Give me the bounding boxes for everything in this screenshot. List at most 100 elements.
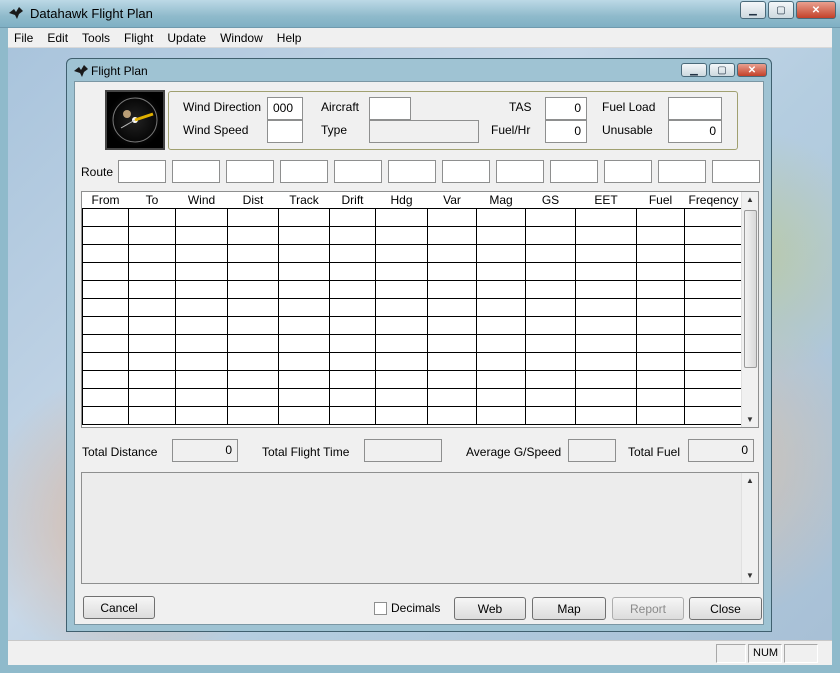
grid-cell[interactable] (636, 225, 685, 245)
grid-cell[interactable] (575, 333, 637, 353)
grid-cell[interactable] (476, 369, 526, 389)
grid-cell[interactable] (636, 351, 685, 371)
flight-leg-grid[interactable]: From To Wind Dist Track Drift Hdg Var Ma… (81, 191, 759, 428)
grid-cell[interactable] (636, 207, 685, 227)
grid-cell[interactable] (175, 207, 228, 227)
grid-cell[interactable] (82, 207, 129, 227)
grid-cell[interactable] (227, 225, 279, 245)
grid-cell[interactable] (329, 387, 376, 407)
grid-cell[interactable] (82, 369, 129, 389)
grid-cell[interactable] (525, 351, 576, 371)
grid-cell[interactable] (427, 333, 477, 353)
grid-scrollbar[interactable]: ▲ ▼ (741, 192, 758, 427)
grid-cell[interactable] (476, 225, 526, 245)
grid-cell[interactable] (128, 315, 176, 335)
grid-cell[interactable] (525, 405, 576, 425)
grid-cell[interactable] (227, 261, 279, 281)
grid-cell[interactable] (375, 315, 428, 335)
close-button[interactable]: Close (689, 597, 762, 620)
grid-cell[interactable] (375, 279, 428, 299)
grid-cell[interactable] (476, 207, 526, 227)
grid-cell[interactable] (427, 207, 477, 227)
route-input-3[interactable] (226, 160, 274, 183)
grid-cell[interactable] (128, 405, 176, 425)
grid-cell[interactable] (427, 351, 477, 371)
table-row[interactable] (82, 207, 743, 227)
grid-cell[interactable] (427, 405, 477, 425)
grid-cell[interactable] (375, 387, 428, 407)
grid-cell[interactable] (427, 369, 477, 389)
menu-edit[interactable]: Edit (47, 31, 68, 45)
route-input-8[interactable] (496, 160, 544, 183)
grid-cell[interactable] (525, 369, 576, 389)
grid-cell[interactable] (476, 243, 526, 263)
scroll-down-icon[interactable]: ▼ (746, 571, 754, 580)
grid-cell[interactable] (128, 297, 176, 317)
grid-cell[interactable] (227, 351, 279, 371)
route-input-11[interactable] (658, 160, 706, 183)
grid-cell[interactable] (575, 261, 637, 281)
grid-cell[interactable] (684, 261, 743, 281)
grid-cell[interactable] (175, 333, 228, 353)
grid-cell[interactable] (329, 405, 376, 425)
route-input-9[interactable] (550, 160, 598, 183)
web-button[interactable]: Web (454, 597, 526, 620)
grid-cell[interactable] (278, 207, 330, 227)
grid-cell[interactable] (375, 243, 428, 263)
grid-cell[interactable] (525, 279, 576, 299)
grid-cell[interactable] (175, 387, 228, 407)
grid-cell[interactable] (684, 279, 743, 299)
table-row[interactable] (82, 351, 743, 371)
table-row[interactable] (82, 297, 743, 317)
grid-cell[interactable] (175, 297, 228, 317)
wind-speed-input[interactable] (267, 120, 303, 143)
table-row[interactable] (82, 261, 743, 281)
grid-cell[interactable] (329, 297, 376, 317)
grid-cell[interactable] (278, 387, 330, 407)
grid-cell[interactable] (227, 369, 279, 389)
route-input-7[interactable] (442, 160, 490, 183)
grid-cell[interactable] (82, 351, 129, 371)
grid-cell[interactable] (476, 279, 526, 299)
table-row[interactable] (82, 405, 743, 425)
menu-tools[interactable]: Tools (82, 31, 110, 45)
grid-cell[interactable] (82, 405, 129, 425)
grid-cell[interactable] (278, 279, 330, 299)
grid-cell[interactable] (329, 351, 376, 371)
grid-cell[interactable] (227, 279, 279, 299)
grid-cell[interactable] (476, 405, 526, 425)
grid-cell[interactable] (636, 333, 685, 353)
close-window-button[interactable]: ✕ (796, 1, 836, 19)
grid-cell[interactable] (329, 207, 376, 227)
menu-flight[interactable]: Flight (124, 31, 153, 45)
grid-cell[interactable] (427, 387, 477, 407)
grid-cell[interactable] (525, 243, 576, 263)
grid-cell[interactable] (525, 387, 576, 407)
route-input-1[interactable] (118, 160, 166, 183)
grid-cell[interactable] (278, 297, 330, 317)
grid-cell[interactable] (128, 369, 176, 389)
route-input-10[interactable] (604, 160, 652, 183)
grid-cell[interactable] (375, 351, 428, 371)
grid-cell[interactable] (476, 333, 526, 353)
grid-cell[interactable] (175, 279, 228, 299)
grid-cell[interactable] (684, 225, 743, 245)
grid-cell[interactable] (329, 243, 376, 263)
scroll-down-icon[interactable]: ▼ (746, 415, 754, 424)
unusable-input[interactable]: 0 (668, 120, 722, 143)
grid-cell[interactable] (82, 297, 129, 317)
table-row[interactable] (82, 243, 743, 263)
grid-cell[interactable] (128, 261, 176, 281)
dialog-maximize-button[interactable]: ▢ (709, 63, 735, 77)
grid-cell[interactable] (128, 351, 176, 371)
grid-cell[interactable] (82, 315, 129, 335)
grid-cell[interactable] (575, 405, 637, 425)
grid-cell[interactable] (684, 297, 743, 317)
grid-cell[interactable] (375, 207, 428, 227)
grid-cell[interactable] (278, 261, 330, 281)
menu-window[interactable]: Window (220, 31, 263, 45)
grid-cell[interactable] (278, 333, 330, 353)
scroll-up-icon[interactable]: ▲ (746, 476, 754, 485)
grid-cell[interactable] (329, 333, 376, 353)
grid-cell[interactable] (128, 225, 176, 245)
